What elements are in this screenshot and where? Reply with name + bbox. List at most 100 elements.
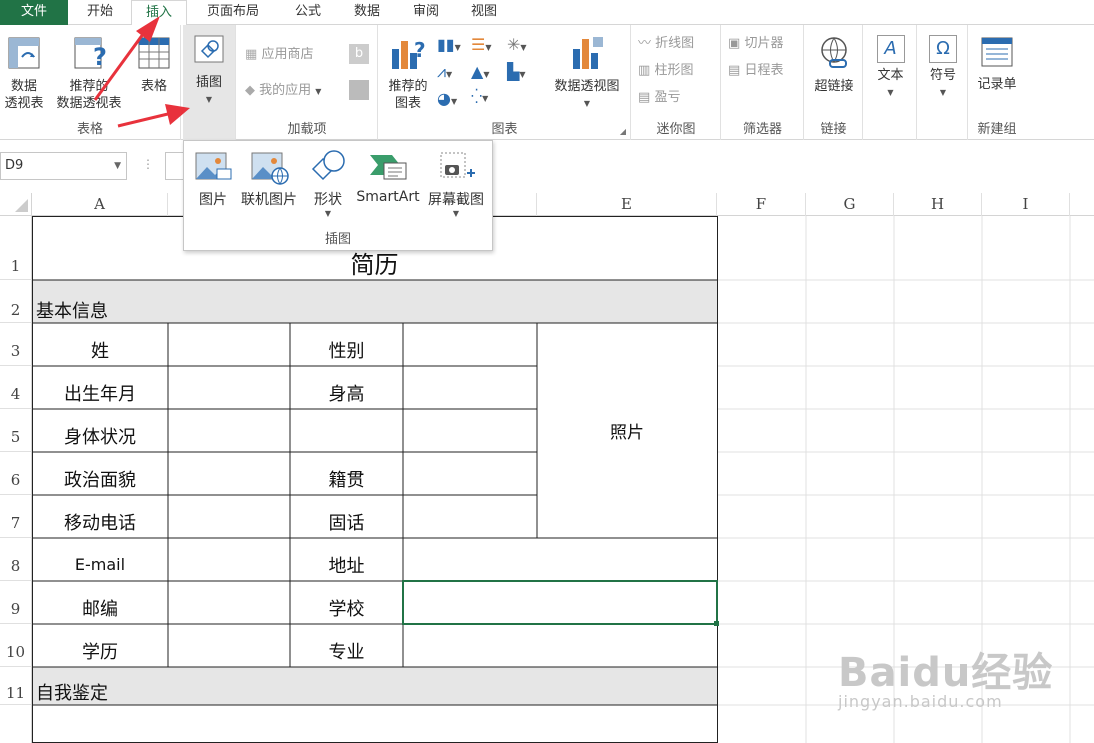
table-button[interactable]: 表格 bbox=[130, 35, 178, 95]
column-header-a[interactable]: A bbox=[32, 193, 168, 216]
column-headers: A B C D E F G H I bbox=[0, 193, 1094, 216]
tab-file[interactable]: 文件 bbox=[0, 0, 68, 25]
recommended-charts-button[interactable]: ? 推荐的 图表 bbox=[382, 35, 434, 112]
smartart-label: SmartArt bbox=[356, 189, 420, 205]
row-header-5[interactable]: 5 bbox=[0, 409, 32, 452]
row-header-7[interactable]: 7 bbox=[0, 495, 32, 538]
text-button[interactable]: A 文本 ▼ bbox=[866, 35, 915, 101]
apps-icon: ◆ bbox=[245, 83, 255, 98]
label-gender: 性别 bbox=[328, 340, 365, 362]
pivot-table-button[interactable]: 数据 透视表 bbox=[0, 35, 48, 112]
text-label: 文本 bbox=[877, 68, 904, 83]
row-header-2[interactable]: 2 bbox=[0, 280, 32, 323]
illustrations-button[interactable]: 插图 ▼ bbox=[186, 33, 232, 108]
row-header-11[interactable]: 11 bbox=[0, 667, 32, 705]
radar-chart-icon[interactable]: ✳▼ bbox=[507, 35, 527, 54]
row-header-12[interactable] bbox=[0, 705, 32, 743]
hyperlink-label: 超链接 bbox=[814, 79, 854, 94]
row-header-1[interactable]: 1 bbox=[0, 216, 32, 280]
form-button[interactable]: 记录单 bbox=[971, 35, 1023, 93]
illustrations-icon bbox=[194, 35, 224, 63]
tab-insert[interactable]: 插入 bbox=[131, 0, 187, 26]
table-icon bbox=[138, 37, 170, 69]
online-picture-button[interactable]: 联机图片 bbox=[238, 147, 300, 209]
timeline-button[interactable]: ▤ 日程表 bbox=[728, 62, 783, 80]
pivot-chart-icon bbox=[573, 37, 603, 69]
group-sparklines-label: 迷你图 bbox=[656, 122, 696, 137]
sparkline-line-button[interactable]: 〰 折线图 bbox=[638, 35, 694, 53]
row-header-3[interactable]: 3 bbox=[0, 323, 32, 366]
label-school: 学校 bbox=[328, 598, 365, 620]
recommended-pivot-button[interactable]: ? 推荐的 数据透视表 bbox=[50, 35, 128, 112]
scatter-chart-icon[interactable]: ⁛▼ bbox=[471, 89, 488, 105]
people-graph-icon[interactable] bbox=[349, 80, 369, 100]
sparkline-column-icon: ▥ bbox=[638, 63, 651, 78]
cancel-icon[interactable] bbox=[165, 152, 185, 180]
pivot-table-label: 数据 透视表 bbox=[4, 79, 44, 111]
symbol-button[interactable]: Ω 符号 ▼ bbox=[920, 35, 966, 101]
tab-page-layout[interactable]: 页面布局 bbox=[192, 0, 274, 25]
column-header-g[interactable]: G bbox=[806, 193, 894, 216]
chevron-down-icon: ▼ bbox=[452, 209, 460, 218]
dropdown-group-label: 插图 bbox=[324, 232, 351, 247]
pivot-table-icon bbox=[8, 37, 40, 69]
row-header-10[interactable]: 10 bbox=[0, 624, 32, 667]
pivot-chart-button[interactable]: 数据透视图 ▼ bbox=[547, 35, 627, 112]
sparkline-column-button[interactable]: ▥ 柱形图 bbox=[638, 62, 693, 80]
row-header-6[interactable]: 6 bbox=[0, 452, 32, 495]
column-header-i[interactable]: I bbox=[982, 193, 1070, 216]
pie-chart-icon[interactable]: ◕▼ bbox=[437, 89, 457, 108]
online-picture-icon bbox=[251, 152, 289, 185]
screenshot-button[interactable]: 屏幕截图 ▼ bbox=[424, 147, 488, 218]
chevron-down-icon: ▼ bbox=[324, 209, 332, 218]
row-header-9[interactable]: 9 bbox=[0, 581, 32, 624]
select-all-button[interactable] bbox=[0, 193, 32, 216]
group-charts: ? 推荐的 图表 ▮▮▼ ☰▼ ✳▼ ⩘▼ ▲▼ ▙▼ ◕▼ ⁛▼ 数据透视图 … bbox=[379, 25, 631, 140]
shapes-icon bbox=[311, 150, 345, 181]
bar-chart-icon[interactable]: ☰▼ bbox=[471, 35, 492, 54]
app-store-button[interactable]: ▦ 应用商店 bbox=[245, 46, 313, 64]
group-addins: ▦ 应用商店 ◆ 我的应用 ▼ b 加载项 bbox=[237, 25, 378, 140]
my-apps-label: 我的应用 bbox=[259, 83, 312, 98]
row-header-8[interactable]: 8 bbox=[0, 538, 32, 581]
column-header-h[interactable]: H bbox=[894, 193, 982, 216]
my-apps-button[interactable]: ◆ 我的应用 ▼ bbox=[245, 82, 321, 101]
tab-data[interactable]: 数据 bbox=[339, 0, 395, 25]
column-header-e[interactable]: E bbox=[537, 193, 717, 216]
sparkline-winloss-button[interactable]: ▤ 盈亏 bbox=[638, 89, 680, 107]
label-height: 身高 bbox=[328, 383, 365, 405]
name-box[interactable]: D9 ▼ bbox=[0, 152, 127, 180]
app-store-label: 应用商店 bbox=[261, 47, 314, 62]
tab-view[interactable]: 视图 bbox=[456, 0, 512, 25]
line-chart-icon[interactable]: ⩘▼ bbox=[437, 62, 452, 82]
column-header-f[interactable]: F bbox=[717, 193, 806, 216]
sparkline-winloss-label: 盈亏 bbox=[654, 90, 681, 105]
chart-type-buttons: ▮▮▼ ☰▼ ✳▼ ⩘▼ ▲▼ ▙▼ ◕▼ ⁛▼ bbox=[437, 35, 527, 115]
photo-placeholder[interactable]: 照片 bbox=[537, 323, 717, 538]
column-chart-icon[interactable]: ▮▮▼ bbox=[437, 35, 461, 54]
picture-icon bbox=[195, 152, 232, 180]
tab-formulas[interactable]: 公式 bbox=[280, 0, 336, 25]
bing-icon[interactable]: b bbox=[349, 44, 369, 64]
slicer-button[interactable]: ▣ 切片器 bbox=[728, 35, 783, 53]
smartart-button[interactable]: SmartArt bbox=[354, 147, 422, 205]
row-header-4[interactable]: 4 bbox=[0, 366, 32, 409]
tab-review[interactable]: 审阅 bbox=[398, 0, 454, 25]
online-picture-label: 联机图片 bbox=[241, 192, 297, 208]
picture-button[interactable]: 图片 bbox=[190, 147, 236, 209]
tab-home[interactable]: 开始 bbox=[70, 0, 130, 25]
area-chart-icon[interactable]: ▲▼ bbox=[471, 62, 489, 81]
pivot-chart-label: 数据透视图 bbox=[554, 79, 620, 94]
watermark-url: jingyan.baidu.com bbox=[838, 692, 1003, 711]
waterfall-chart-icon[interactable]: ▙▼ bbox=[507, 62, 525, 81]
ribbon: 数据 透视表 ? 推荐的 数据透视表 表格 表格 插图 ▼ ▦ 应用商店 ◆ 我… bbox=[0, 25, 1094, 140]
group-symbols: Ω 符号 ▼ bbox=[918, 25, 968, 140]
text-icon: A bbox=[876, 35, 905, 63]
label-health: 身体状况 bbox=[64, 426, 136, 448]
hyperlink-icon bbox=[821, 37, 847, 68]
label-address: 地址 bbox=[328, 555, 365, 577]
group-filters-label: 筛选器 bbox=[742, 122, 782, 137]
illustrations-label: 插图 bbox=[195, 75, 222, 90]
shapes-button[interactable]: 形状 ▼ bbox=[304, 147, 352, 218]
hyperlink-button[interactable]: 超链接 bbox=[807, 35, 861, 95]
